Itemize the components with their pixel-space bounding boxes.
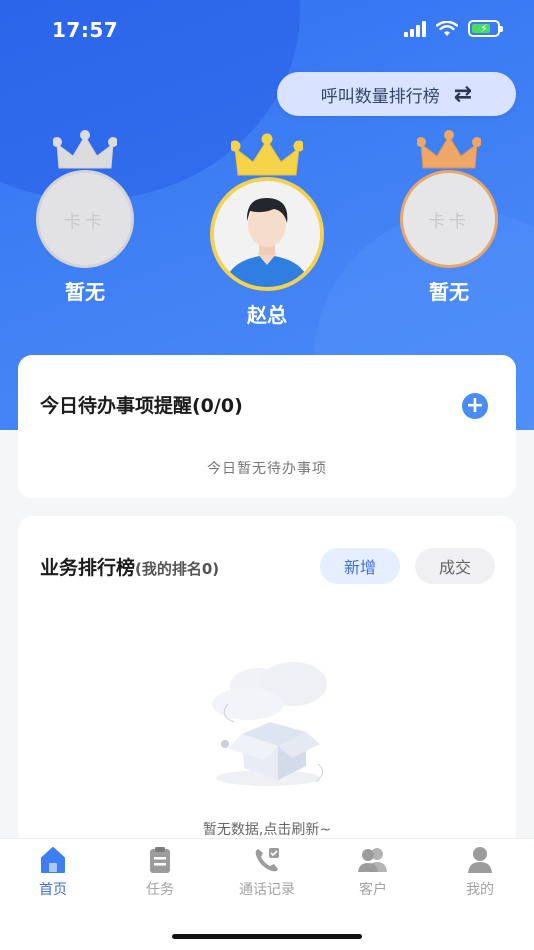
user-icon (468, 847, 492, 873)
phone-icon (255, 848, 279, 872)
tab-label: 通话记录 (239, 882, 295, 898)
empty-box-illustration[interactable] (198, 656, 338, 796)
tab-label: 我的 (466, 882, 494, 898)
bronze-crown-icon (417, 130, 481, 169)
avatar-icon (214, 181, 320, 287)
tab-call-records[interactable]: 通话记录 (222, 845, 312, 899)
business-rank-card: 业务排行榜(我的排名0) 新增 成交 暂无数据,点击刷新~ (18, 516, 516, 846)
tab-customers[interactable]: 客户 (328, 845, 418, 899)
podium-third[interactable]: 卡卡 暂无 (400, 130, 498, 305)
avatar-placeholder: 卡卡 (36, 170, 134, 268)
wifi-icon (436, 20, 458, 36)
tab-new[interactable]: 新增 (320, 548, 400, 584)
podium-name: 暂无 (65, 280, 105, 304)
tab-home[interactable]: 首页 (8, 845, 98, 899)
add-todo-button[interactable]: + (462, 393, 488, 419)
todo-empty-text: 今日暂无待办事项 (207, 461, 327, 477)
rank-toggle-button[interactable]: 呼叫数量排行榜 ⇄ (277, 72, 516, 116)
podium-first[interactable]: 赵总 (210, 133, 324, 328)
todo-card: 今日待办事项提醒(0/0) + 今日暂无待办事项 (18, 355, 516, 498)
gold-crown-icon (231, 133, 303, 176)
home-indicator (172, 934, 362, 939)
podium-second[interactable]: 卡卡 暂无 (36, 130, 134, 305)
placeholder-text: 卡卡 (428, 211, 470, 232)
status-time: 17:57 (52, 18, 119, 42)
todo-title: 今日待办事项提醒(0/0) (40, 395, 243, 417)
empty-data-text[interactable]: 暂无数据,点击刷新~ (18, 819, 516, 839)
tab-tasks[interactable]: 任务 (115, 845, 205, 899)
tab-label: 首页 (39, 882, 67, 898)
battery-icon: ⚡ (468, 20, 503, 37)
tab-label: 客户 (359, 882, 387, 898)
users-icon (358, 848, 387, 872)
status-icons: ⚡ (404, 20, 503, 37)
placeholder-text: 卡卡 (64, 211, 106, 232)
status-bar: 17:57 ⚡ (0, 0, 534, 60)
silver-crown-icon (53, 130, 117, 169)
podium-name: 暂无 (429, 280, 469, 304)
rank-toggle-label: 呼叫数量排行榜 (320, 86, 440, 107)
clipboard-icon (150, 847, 170, 873)
podium-name: 赵总 (247, 303, 287, 327)
avatar (210, 177, 324, 291)
home-icon (41, 847, 65, 873)
business-rank-title-text: 业务排行榜 (40, 557, 136, 579)
tab-mine[interactable]: 我的 (435, 845, 525, 899)
tab-deal[interactable]: 成交 (415, 548, 495, 584)
my-rank-text: (我的排名0) (135, 560, 220, 578)
tab-label: 任务 (146, 882, 174, 898)
avatar-placeholder: 卡卡 (400, 170, 498, 268)
business-rank-title: 业务排行榜(我的排名0) (40, 553, 219, 580)
signal-icon (404, 20, 426, 37)
swap-icon: ⇄ (453, 81, 473, 107)
